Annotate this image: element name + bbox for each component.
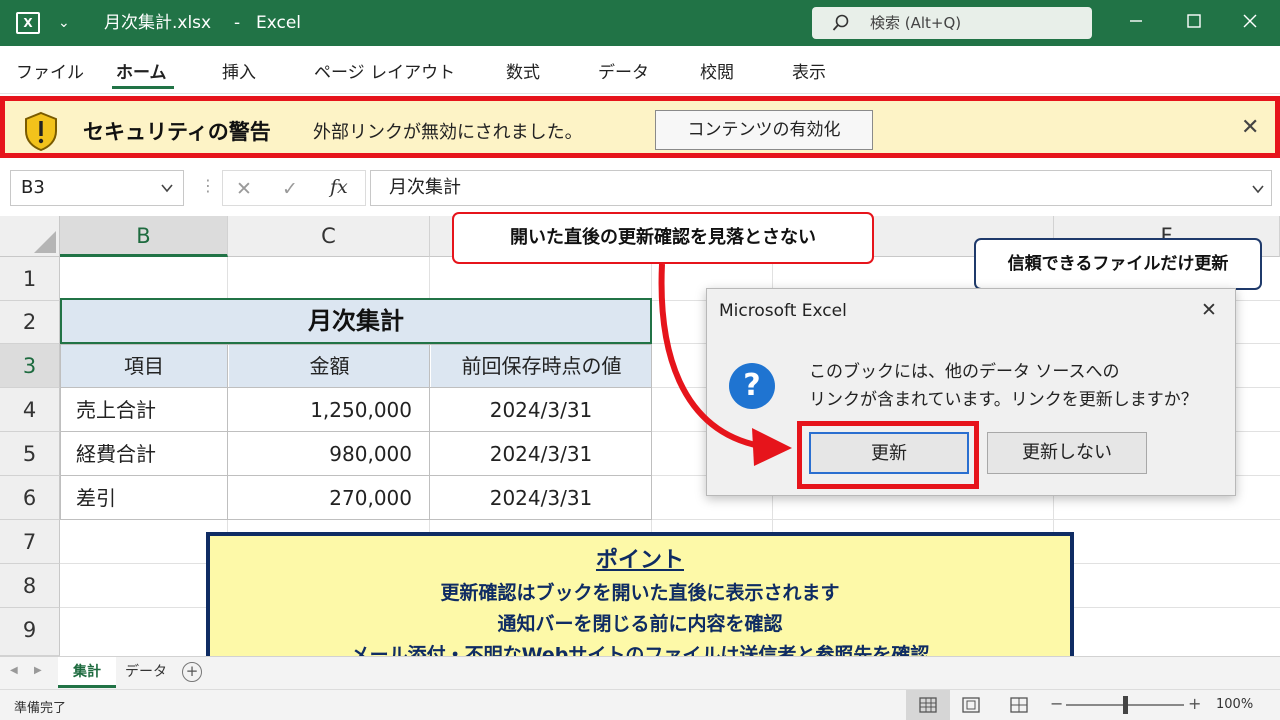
- search-box[interactable]: 検索 (Alt+Q): [812, 7, 1092, 39]
- security-warning-title: セキュリティの警告: [83, 120, 271, 144]
- shield-warning-icon: [25, 111, 57, 151]
- name-box-value: B3: [21, 177, 45, 198]
- tab-home[interactable]: ホーム: [116, 58, 167, 83]
- file-name: 月次集計.xlsx: [104, 13, 212, 33]
- table-border: [60, 475, 652, 476]
- expand-formula-bar-icon[interactable]: [1252, 184, 1264, 194]
- close-window-button[interactable]: [1226, 0, 1274, 46]
- search-icon: [832, 14, 849, 31]
- formula-value: 月次集計: [389, 177, 461, 198]
- sheet-tab-summary[interactable]: 集計: [58, 657, 116, 688]
- table-title: 月次集計: [308, 307, 404, 335]
- ribbon-tabs: ファイル ホーム 挿入 ページ レイアウト 数式 データ 校閲 表示: [0, 46, 1280, 94]
- tab-insert[interactable]: 挿入: [222, 58, 256, 83]
- title-bar: X ⌄ 月次集計.xlsx - Excel 検索 (Alt+Q): [0, 0, 1280, 46]
- point-line-1: 更新確認はブックを開いた直後に表示されます: [440, 582, 840, 604]
- select-all-triangle-icon: [34, 231, 56, 253]
- status-bar: 準備完了 − + 100%: [0, 689, 1280, 720]
- chevron-down-icon: [161, 184, 173, 193]
- table-border: [227, 344, 228, 520]
- zoom-level[interactable]: 100%: [1216, 697, 1253, 712]
- security-warning-bar: セキュリティの警告 外部リンクが無効にされました。 コンテンツの有効化 ✕: [0, 96, 1280, 158]
- page-break-view-icon[interactable]: [1010, 697, 1028, 713]
- name-box[interactable]: B3: [10, 170, 184, 206]
- zoom-in-icon[interactable]: +: [1188, 694, 1201, 713]
- enable-content-button[interactable]: コンテンツの有効化: [655, 110, 873, 150]
- tab-review[interactable]: 校閲: [700, 58, 734, 83]
- tab-formulas[interactable]: 数式: [506, 58, 540, 83]
- row-header-6[interactable]: 6: [0, 476, 60, 520]
- tab-page-layout[interactable]: ページ レイアウト: [314, 58, 455, 83]
- formula-bar-grip-icon: ⋮: [200, 176, 216, 195]
- row-header-1[interactable]: 1: [0, 257, 60, 301]
- formula-input[interactable]: 月次集計: [370, 170, 1272, 206]
- callout-check-update: 開いた直後の更新確認を見落とさない: [452, 212, 874, 264]
- title-separator: -: [234, 13, 241, 33]
- select-all-corner[interactable]: [0, 216, 60, 257]
- row-header-5[interactable]: 5: [0, 432, 60, 476]
- dialog-close-icon[interactable]: ✕: [1201, 299, 1217, 321]
- sheet-tabs-bar: ◀ ▶ 集計 データ +: [0, 656, 1280, 689]
- arrow-icon: [658, 263, 792, 466]
- app-name: Excel: [256, 13, 302, 33]
- close-icon: [1243, 14, 1257, 28]
- security-warning-message: 外部リンクが無効にされました。: [313, 122, 583, 143]
- formula-bar: B3 ⋮ ✕ ✓ fx 月次集計: [0, 162, 1280, 214]
- table-border: [60, 387, 652, 388]
- row-header-4[interactable]: 4: [0, 388, 60, 432]
- table-border: [429, 344, 430, 520]
- cancel-entry-icon[interactable]: ✕: [236, 178, 252, 200]
- dont-update-button[interactable]: 更新しない: [987, 432, 1147, 474]
- table-border: [60, 344, 652, 520]
- dialog-message-line-1: このブックには、他のデータ ソースへの: [809, 362, 1120, 382]
- row-header-7[interactable]: 7: [0, 520, 60, 564]
- table-border: [60, 431, 652, 432]
- excel-logo-icon: X: [16, 12, 40, 34]
- close-warning-icon[interactable]: ✕: [1241, 115, 1259, 140]
- minimize-icon: [1130, 20, 1142, 22]
- tab-file[interactable]: ファイル: [16, 58, 84, 83]
- scroll-left-icon[interactable]: ◀: [10, 665, 18, 676]
- dialog-message-line-2: リンクが含まれています。リンクを更新しますか？: [809, 390, 1198, 410]
- maximize-button[interactable]: [1170, 0, 1218, 46]
- normal-view-button[interactable]: [906, 690, 950, 720]
- row-header-8[interactable]: 8: [0, 564, 60, 608]
- column-header-b[interactable]: B: [60, 216, 228, 257]
- status-ready: 準備完了: [14, 701, 67, 716]
- search-placeholder: 検索 (Alt+Q): [870, 14, 962, 32]
- zoom-out-icon[interactable]: −: [1050, 694, 1063, 713]
- minimize-button[interactable]: [1112, 0, 1160, 46]
- scroll-right-icon[interactable]: ▶: [34, 665, 42, 676]
- callout-trusted-only: 信頼できるファイルだけ更新: [974, 238, 1262, 290]
- row-header-9[interactable]: 9: [0, 608, 60, 656]
- table-title-cell[interactable]: 月次集計: [60, 298, 652, 344]
- page-layout-view-icon[interactable]: [962, 697, 980, 713]
- insert-function-icon[interactable]: fx: [330, 176, 348, 198]
- normal-view-icon: [919, 697, 937, 713]
- active-tab-indicator: [112, 86, 174, 89]
- add-sheet-icon[interactable]: +: [182, 662, 202, 682]
- maximize-icon: [1187, 14, 1201, 28]
- point-heading: ポイント: [595, 548, 684, 573]
- row-header-3[interactable]: 3: [0, 344, 60, 388]
- confirm-entry-icon[interactable]: ✓: [282, 178, 298, 200]
- tab-data[interactable]: データ: [598, 58, 649, 83]
- row-header-2[interactable]: 2: [0, 301, 60, 344]
- sheet-tab-data[interactable]: データ: [118, 657, 174, 688]
- tab-view[interactable]: 表示: [792, 58, 826, 83]
- quick-access-chevron-icon[interactable]: ⌄: [58, 0, 70, 46]
- zoom-slider-thumb[interactable]: [1123, 696, 1128, 714]
- update-button[interactable]: 更新: [809, 432, 969, 474]
- column-header-c[interactable]: C: [228, 216, 430, 257]
- point-line-2: 通知バーを閉じる前に内容を確認: [497, 613, 783, 635]
